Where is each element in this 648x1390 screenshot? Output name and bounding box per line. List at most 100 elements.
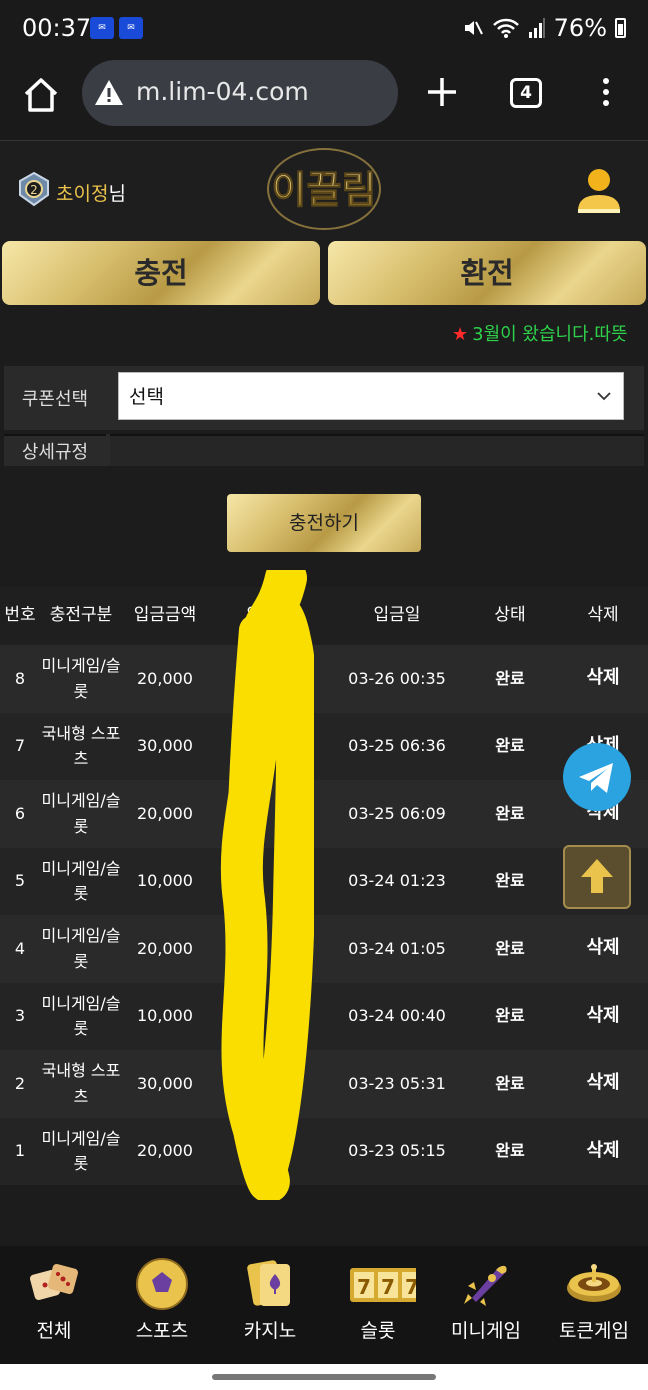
bottom-nav: 전체 스포츠 카지노 7 7 7 슬롯 미니게임 토큰게임 — [0, 1246, 648, 1364]
browser-toolbar: m.lim-04.com 4 — [0, 58, 648, 140]
table-row: 5미니게임/슬롯10,00003-24 01:23완료삭제 — [0, 847, 648, 916]
wifi-icon — [492, 18, 519, 38]
status-bar: 00:37 ✉ ✉ 76% — [0, 0, 648, 58]
cell-date: 03-24 01:23 — [348, 871, 446, 891]
cell-type: 국내형 스포츠 — [41, 723, 121, 769]
coupon-select[interactable]: 선택 — [118, 372, 624, 420]
cell-amount: 20,000 — [137, 938, 193, 958]
cell-state: 완료 — [495, 803, 525, 823]
site-header: 2 초이정님 이끌림 — [0, 140, 648, 240]
cell-type: 미니게임/슬롯 — [41, 1128, 121, 1174]
exchange-tab-button[interactable]: 환전 — [328, 241, 646, 305]
nav-casino[interactable]: 카지노 — [216, 1246, 324, 1364]
scroll-top-button[interactable] — [563, 845, 631, 909]
cell-state: 완료 — [495, 668, 525, 688]
gesture-handle[interactable] — [212, 1374, 436, 1380]
cell-date: 03-26 00:35 — [348, 668, 446, 688]
telegram-button[interactable] — [563, 743, 631, 811]
nav-all[interactable]: 전체 — [0, 1246, 108, 1364]
delete-button[interactable]: 삭제 — [558, 983, 648, 1051]
cell-date: 03-24 01:05 — [348, 938, 446, 958]
delete-button[interactable]: 삭제 — [558, 915, 648, 983]
header-type: 충전구분 — [49, 605, 113, 626]
header-state: 상태 — [494, 605, 526, 626]
cell-amount: 20,000 — [137, 803, 193, 823]
nav-token-game[interactable]: 토큰게임 — [540, 1246, 648, 1364]
notice-marquee: ★ 3월이 왔습니다.따뜻 — [452, 320, 648, 346]
delete-button[interactable]: 삭제 — [558, 1050, 648, 1118]
cell-depositor — [208, 1050, 332, 1118]
cell-amount: 10,000 — [137, 871, 193, 891]
cell-type: 국내형 스포츠 — [41, 1061, 121, 1106]
detail-rules-row: 상세규정 — [4, 434, 644, 466]
cell-state: 완료 — [495, 1141, 525, 1161]
nav-sports[interactable]: 스포츠 — [108, 1246, 216, 1364]
cell-state: 완료 — [495, 1006, 525, 1026]
cell-depositor — [208, 713, 332, 781]
roulette-icon — [567, 1264, 621, 1302]
cell-type: 미니게임/슬롯 — [41, 926, 121, 971]
site-logo[interactable]: 이끌림 — [262, 145, 386, 233]
table-row: 1 미니게임/슬롯 20,000 03-23 05:15 완료 삭제 — [0, 1117, 648, 1186]
battery-percent: 76% — [553, 14, 607, 42]
rank-badge-icon: 2 — [19, 171, 49, 207]
detail-rules-label: 상세규정 — [4, 434, 106, 466]
cell-number: 6 — [14, 803, 26, 823]
cell-state: 완료 — [495, 736, 525, 756]
header-delete: 삭제 — [587, 605, 619, 626]
cell-depositor — [208, 780, 332, 848]
address-bar[interactable]: m.lim-04.com — [82, 60, 398, 126]
table-row: 7국내형 스포츠30,00003-25 06:36완료삭제 — [0, 712, 648, 781]
cell-number: 4 — [14, 938, 26, 958]
cell-depositor — [208, 915, 332, 983]
battery-icon — [615, 18, 626, 38]
nav-minigame[interactable]: 미니게임 — [432, 1246, 540, 1364]
cell-type: 미니게임/슬롯 — [41, 656, 121, 701]
svg-text:2: 2 — [30, 183, 38, 197]
warning-icon[interactable] — [94, 78, 124, 108]
cell-amount: 30,000 — [137, 736, 193, 756]
status-time: 00:37 — [22, 14, 92, 42]
tab-switcher-button[interactable]: 4 — [510, 78, 542, 108]
header-amount: 입금금액 — [133, 605, 197, 626]
cell-depositor — [208, 1118, 332, 1186]
cell-date: 03-25 06:09 — [348, 803, 446, 823]
slot-777-icon: 7 7 7 — [350, 1268, 416, 1302]
table-body: 8 미니게임/슬롯 20,000 03-26 00:35 완료 삭제 7 국내형 스포츠 30,… — [0, 645, 648, 1185]
status-right: 76% — [462, 14, 626, 42]
cell-date: 03-24 00:40 — [348, 1006, 446, 1026]
profile-icon[interactable] — [574, 165, 624, 217]
svg-text:7: 7 — [357, 1275, 371, 1299]
delete-button[interactable]: 삭제 — [558, 1118, 648, 1186]
cell-depositor — [208, 983, 332, 1051]
coupon-row: 쿠폰선택 선택 — [4, 366, 644, 430]
table-header: 번호 충전구분 입금금액 입금자 입금일 상태 삭제 — [0, 587, 648, 645]
user-greeting: 초이정님 — [56, 179, 126, 206]
chevron-down-icon — [597, 392, 611, 401]
table-row: 3 미니게임/슬롯 10,000 03-24 00:40 완료 삭제 — [0, 982, 648, 1051]
new-tab-icon[interactable] — [424, 74, 460, 110]
signal-icon — [528, 18, 545, 38]
table-row: 8 미니게임/슬롯 20,000 03-26 00:35 완료 삭제 — [0, 645, 648, 713]
cell-state: 완료 — [495, 938, 525, 958]
cell-state: 완료 — [495, 1073, 525, 1093]
cell-depositor — [208, 848, 332, 916]
home-icon[interactable] — [22, 76, 60, 114]
star-icon: ★ — [452, 324, 469, 345]
cell-number: 3 — [14, 1006, 26, 1026]
url-text[interactable]: m.lim-04.com — [136, 77, 309, 106]
cell-state: 완료 — [495, 871, 525, 891]
submit-charge-button[interactable]: 충전하기 — [227, 494, 421, 552]
user-nickname: 초이정 — [56, 183, 109, 205]
delete-button[interactable]: 삭제 — [558, 645, 648, 713]
table-row: 6 미니게임/슬롯 20,000 03-25 06:09 완료 삭제 — [0, 780, 648, 848]
nav-slot[interactable]: 7 7 7 슬롯 — [324, 1246, 432, 1364]
app-notification-icon: ✉ — [90, 17, 114, 39]
cell-number: 8 — [14, 668, 26, 688]
cell-number: 1 — [14, 1141, 26, 1161]
cell-type: 미니게임/슬롯 — [41, 791, 121, 836]
cell-type: 미니게임/슬롯 — [41, 858, 121, 904]
more-menu-icon[interactable] — [600, 78, 612, 110]
cell-type: 미니게임/슬롯 — [41, 993, 121, 1039]
charge-tab-button[interactable]: 충전 — [2, 241, 320, 305]
